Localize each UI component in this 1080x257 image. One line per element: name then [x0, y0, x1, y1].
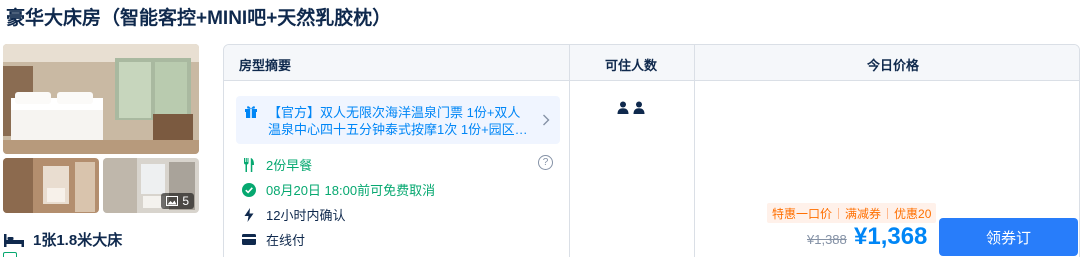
current-price: ¥1,368	[854, 223, 928, 250]
question-circle-icon[interactable]: ?	[538, 155, 553, 170]
gift-icon	[245, 106, 257, 118]
fork-knife-icon	[244, 157, 254, 172]
column-divider	[569, 45, 570, 257]
photo-count-value: 5	[182, 194, 189, 208]
room-photo-main[interactable]	[3, 44, 199, 154]
breakfast-text: 2份早餐	[266, 158, 313, 173]
room-photo-thumb[interactable]	[3, 158, 99, 213]
bed-icon	[4, 233, 24, 247]
confirm-text: 12小时内确认	[266, 208, 346, 223]
package-perk-text: 【官方】双人无限次海洋温泉门票 1份+双人 温泉中心四十五分钟泰式按摩1次 1份…	[268, 104, 534, 140]
room-title: 豪华大床房（智能客控+MINI吧+天然乳胶枕）	[6, 8, 392, 29]
image-icon	[166, 196, 179, 206]
column-divider	[694, 45, 695, 257]
perk-line-2: 温泉中心四十五分钟泰式按摩1次 1份+园区…	[268, 122, 528, 137]
payment-info: 在线付	[242, 230, 305, 249]
promo-tag: 满减券	[845, 206, 882, 221]
table-header: 房型摘要 可住人数 今日价格	[224, 45, 1079, 81]
promo-tag: 特惠一口价	[772, 206, 833, 221]
header-price: 今日价格	[867, 58, 920, 73]
partial-tag	[3, 252, 17, 257]
header-summary: 房型摘要	[239, 58, 292, 73]
rate-table: 房型摘要 可住人数 今日价格 【官方】双人无限次海洋温泉门票 1份+双人 温泉中…	[223, 44, 1080, 257]
person-icon	[617, 101, 629, 114]
room-photo-image	[3, 44, 199, 154]
promo-tag: 优惠20	[894, 206, 932, 221]
bed-info: 1张1.8米大床	[3, 229, 122, 250]
room-photo-thumb-more[interactable]: 5	[103, 158, 199, 213]
chevron-right-icon[interactable]	[542, 114, 550, 126]
cancel-policy: 08月20日 18:00前可免费取消	[242, 180, 435, 199]
promo-tags: 特惠一口价 满减券 优惠20	[767, 203, 937, 223]
thumb-image	[3, 158, 99, 213]
original-price: ¥1,388	[807, 232, 847, 247]
card-icon	[242, 234, 256, 245]
book-with-coupon-button[interactable]: 领券订	[939, 218, 1078, 256]
payment-text: 在线付	[266, 233, 306, 248]
lightning-icon	[244, 207, 254, 222]
bed-type: 1张1.8米大床	[33, 232, 123, 249]
occupancy-icons	[617, 101, 645, 114]
confirm-info: 12小时内确认	[242, 205, 345, 224]
cancel-text: 08月20日 18:00前可免费取消	[266, 183, 436, 198]
package-perk-box[interactable]: 【官方】双人无限次海洋温泉门票 1份+双人 温泉中心四十五分钟泰式按摩1次 1份…	[236, 96, 560, 144]
breakfast-info: 2份早餐	[242, 155, 312, 174]
header-occupancy: 可住人数	[605, 58, 658, 73]
photo-count-badge: 5	[161, 193, 194, 209]
check-circle-icon	[242, 182, 256, 197]
perk-line-1: 【官方】双人无限次海洋温泉门票 1份+双人	[268, 105, 521, 120]
person-icon	[633, 101, 645, 114]
